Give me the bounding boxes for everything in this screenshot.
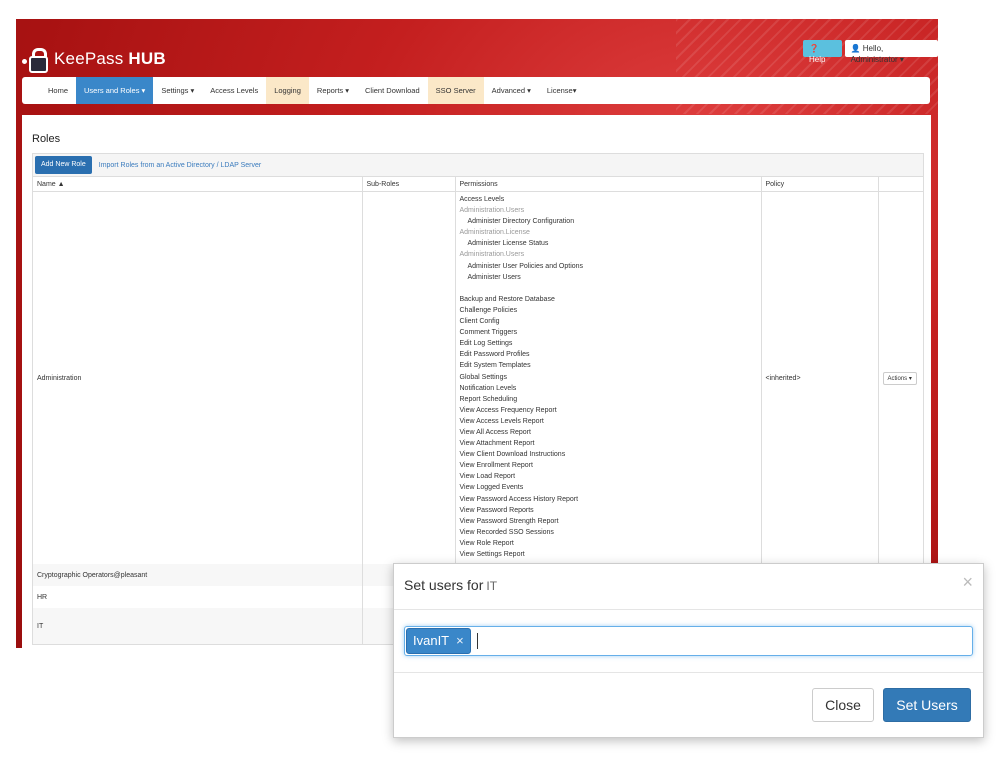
- nav-users-and-roles[interactable]: Users and Roles ▾: [76, 77, 154, 104]
- permission-item: Notification Levels: [459, 384, 517, 392]
- nav-access-levels[interactable]: Access Levels: [202, 77, 266, 104]
- modal-body: IvanIT ×: [394, 610, 983, 673]
- nav-settings[interactable]: Settings ▾: [153, 77, 202, 104]
- import-roles-link[interactable]: Import Roles from an Active Directory / …: [99, 162, 261, 169]
- permission-item: Backup and Restore Database: [459, 295, 555, 303]
- role-actions-cell: Actions ▾: [878, 192, 923, 565]
- permission-item: View Access Levels Report: [459, 417, 544, 425]
- column-header-sub-roles: Sub-Roles: [362, 177, 456, 192]
- user-tag-label: IvanIT: [413, 633, 450, 648]
- roles-toolbar: Add New Role Import Roles from an Active…: [33, 154, 923, 177]
- nav-client-download[interactable]: Client Download: [357, 77, 428, 104]
- nav-sso-server[interactable]: SSO Server: [427, 77, 484, 104]
- nav-license[interactable]: License▾: [539, 77, 585, 104]
- permission-item: View Logged Events: [459, 484, 524, 492]
- users-tag-input[interactable]: IvanIT ×: [404, 626, 973, 656]
- permission-item: Client Config: [459, 318, 500, 326]
- modal-header: Set users for IT ×: [394, 564, 983, 610]
- permission-item: Edit Log Settings: [459, 340, 513, 348]
- actions-dropdown-button[interactable]: Actions ▾: [882, 371, 917, 385]
- user-tag: IvanIT ×: [406, 628, 471, 654]
- role-name: IT: [33, 608, 363, 644]
- user-menu-button[interactable]: 👤 Hello, Administrator ▾: [844, 40, 938, 64]
- role-permissions: Access Levels Administration.Users Admin…: [455, 191, 762, 564]
- permission-item: Report Scheduling: [459, 395, 518, 403]
- permission-item: Challenge Policies: [459, 306, 518, 314]
- nav-reports[interactable]: Reports ▾: [309, 77, 357, 104]
- user-icon: 👤: [850, 44, 861, 53]
- brand-name: KeePass HUB: [54, 49, 166, 68]
- permission-item: Administer Directory Configuration: [467, 218, 575, 226]
- table-row: Administration Access Levels Administrat…: [33, 191, 923, 565]
- remove-tag-icon[interactable]: ×: [456, 629, 464, 653]
- column-header-name[interactable]: Name ▲: [33, 177, 363, 192]
- column-header-permissions: Permissions: [455, 177, 762, 192]
- permission-item: View Settings Report: [459, 551, 525, 558]
- permission-item: Edit System Templates: [459, 362, 531, 370]
- permission-group: Administration.Users: [459, 251, 525, 259]
- help-icon: ❓: [809, 44, 819, 53]
- modal-footer: Close Set Users: [394, 673, 983, 737]
- add-new-role-button[interactable]: Add New Role: [35, 156, 92, 174]
- modal-close-icon[interactable]: ×: [962, 573, 973, 591]
- permission-item: View Password Access History Report: [459, 495, 579, 503]
- permission-item: Edit Password Profiles: [459, 351, 530, 359]
- permission-item: Administer License Status: [467, 240, 549, 248]
- permission-item: View Password Strength Report: [459, 517, 559, 525]
- permission-item: View Role Report: [459, 539, 514, 547]
- app-window: KeePass HUB ❓ Help 👤 Hello, Administrato…: [16, 19, 938, 648]
- role-policy: <inherited>: [761, 191, 879, 564]
- permission-item: View Load Report: [459, 473, 516, 481]
- modal-role-name: IT: [486, 579, 498, 593]
- permission-item: Administer Users: [467, 273, 521, 281]
- permission-item: Comment Triggers: [459, 329, 518, 337]
- top-right-controls: ❓ Help 👤 Hello, Administrator ▾: [803, 40, 938, 64]
- permission-item: View Recorded SSO Sessions: [459, 528, 554, 536]
- permission-item: View Client Download Instructions: [459, 451, 566, 459]
- brand-logo[interactable]: KeePass HUB: [22, 44, 166, 74]
- column-header-policy: Policy: [761, 177, 879, 192]
- permission-item: View Password Reports: [459, 506, 534, 514]
- page-title: Roles: [32, 133, 61, 145]
- close-button[interactable]: Close: [812, 688, 874, 722]
- permission-item: View All Access Report: [459, 428, 531, 436]
- text-cursor: [476, 633, 478, 649]
- permission-item: Access Levels: [459, 196, 505, 203]
- set-users-button[interactable]: Set Users: [883, 688, 971, 722]
- role-name: Cryptographic Operators@pleasant: [33, 564, 363, 586]
- role-name: HR: [33, 586, 363, 608]
- lock-logo-icon: [22, 47, 48, 73]
- permission-group: Administration.License: [459, 229, 530, 237]
- permission-item: View Enrollment Report: [459, 462, 533, 470]
- permission-item: Global Settings: [459, 373, 507, 381]
- main-navbar: Home Users and Roles ▾ Settings ▾ Access…: [22, 77, 930, 104]
- column-header-actions: [878, 177, 923, 192]
- role-sub-roles: [362, 191, 456, 564]
- role-name: Administration: [33, 191, 363, 564]
- nav-advanced[interactable]: Advanced ▾: [484, 77, 539, 104]
- nav-home[interactable]: Home: [40, 77, 76, 104]
- permission-item: View Access Frequency Report: [459, 406, 557, 414]
- permission-item: Administer User Policies and Options: [467, 262, 584, 270]
- permission-group: Administration.Users: [459, 207, 525, 215]
- set-users-modal: Set users for IT × IvanIT × Close Set Use…: [393, 563, 984, 738]
- help-button[interactable]: ❓ Help: [803, 40, 842, 64]
- permission-item: View Attachment Report: [459, 440, 535, 448]
- modal-title: Set users for IT: [404, 577, 498, 593]
- permission-spacer: [460, 283, 757, 294]
- nav-logging[interactable]: Logging: [266, 77, 309, 104]
